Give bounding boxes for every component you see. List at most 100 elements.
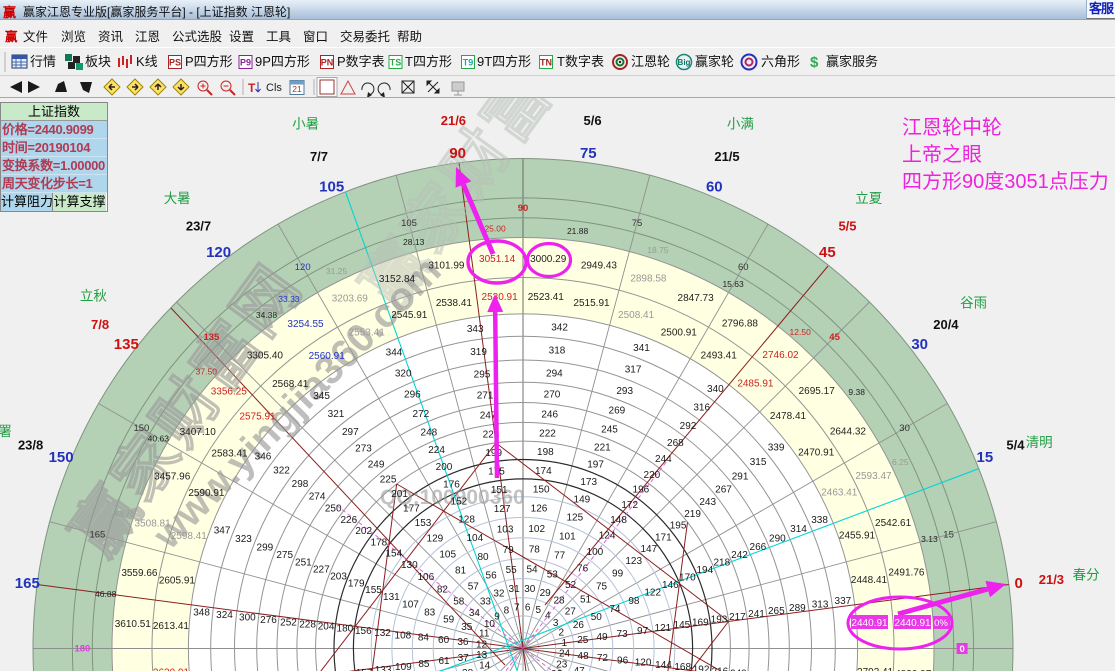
svg-text:2598.41: 2598.41 <box>171 531 208 542</box>
svg-text:47: 47 <box>574 666 586 671</box>
svg-text:2644.32: 2644.32 <box>830 427 867 438</box>
svg-text:立秋: 立秋 <box>80 289 107 304</box>
svg-text:338: 338 <box>811 515 828 526</box>
svg-text:252: 252 <box>280 617 297 628</box>
svg-text:9.38: 9.38 <box>848 387 865 397</box>
svg-text:33.33: 33.33 <box>278 294 300 304</box>
svg-text:2605.91: 2605.91 <box>159 576 196 587</box>
svg-text:29: 29 <box>540 588 552 599</box>
svg-text:34.38: 34.38 <box>256 310 278 320</box>
svg-text:178: 178 <box>371 537 388 548</box>
svg-text:40.63: 40.63 <box>148 433 170 443</box>
svg-text:5/5: 5/5 <box>838 219 856 234</box>
svg-text:98: 98 <box>628 596 640 607</box>
svg-text:TS: TS <box>390 58 402 68</box>
svg-text:2847.73: 2847.73 <box>678 293 715 304</box>
svg-text:25: 25 <box>577 635 589 646</box>
svg-text:270: 270 <box>544 390 561 401</box>
svg-text:3559.66: 3559.66 <box>121 568 158 579</box>
svg-text:30: 30 <box>911 336 928 353</box>
svg-text:128: 128 <box>458 514 475 525</box>
svg-text:293: 293 <box>616 386 633 397</box>
svg-text:小满: 小满 <box>727 117 754 132</box>
svg-text:28.13: 28.13 <box>403 237 425 247</box>
svg-text:153: 153 <box>415 518 432 529</box>
svg-text:219: 219 <box>684 509 701 520</box>
svg-text:18.75: 18.75 <box>647 245 669 255</box>
svg-text:152: 152 <box>451 497 468 508</box>
svg-text:345: 345 <box>313 391 330 402</box>
svg-text:49: 49 <box>596 632 608 643</box>
svg-text:131: 131 <box>383 592 400 603</box>
svg-text:121: 121 <box>655 623 672 634</box>
svg-text:249: 249 <box>368 459 385 470</box>
svg-text:202: 202 <box>355 526 372 537</box>
svg-text:大暑: 大暑 <box>164 191 191 206</box>
svg-text:127: 127 <box>494 504 511 515</box>
svg-text:296: 296 <box>404 390 421 401</box>
svg-text:0: 0 <box>1015 575 1023 592</box>
svg-text:324: 324 <box>216 610 233 621</box>
svg-text:TN: TN <box>540 58 552 68</box>
svg-text:33: 33 <box>480 597 492 608</box>
svg-text:T四方形: T四方形 <box>405 54 452 69</box>
svg-text:266: 266 <box>750 542 767 553</box>
svg-text:54: 54 <box>526 565 538 576</box>
svg-text:2448.41: 2448.41 <box>851 575 888 586</box>
svg-text:241: 241 <box>748 609 765 620</box>
svg-text:2796.88: 2796.88 <box>722 319 759 330</box>
svg-text:322: 322 <box>273 465 290 476</box>
svg-text:197: 197 <box>587 460 604 471</box>
svg-text:8: 8 <box>504 606 510 617</box>
svg-text:265: 265 <box>768 606 785 617</box>
svg-text:222: 222 <box>539 429 556 440</box>
svg-text:74: 74 <box>609 604 621 615</box>
svg-text:23: 23 <box>556 659 568 670</box>
svg-text:3051.14: 3051.14 <box>479 254 516 265</box>
svg-text:73: 73 <box>617 629 629 640</box>
svg-text:99: 99 <box>612 569 624 580</box>
svg-text:227: 227 <box>313 565 330 576</box>
svg-text:Big: Big <box>678 58 691 67</box>
svg-text:P9: P9 <box>240 58 251 68</box>
svg-text:4: 4 <box>545 610 551 621</box>
svg-text:269: 269 <box>609 406 626 417</box>
svg-text:133: 133 <box>375 665 392 671</box>
svg-text:江恩轮: 江恩轮 <box>631 54 670 69</box>
svg-text:13: 13 <box>476 650 488 661</box>
svg-text:199: 199 <box>485 448 502 459</box>
svg-text:上帝之眼: 上帝之眼 <box>902 143 982 166</box>
svg-text:2542.61: 2542.61 <box>875 518 912 529</box>
svg-text:2485.91: 2485.91 <box>737 379 774 390</box>
svg-text:107: 107 <box>402 600 419 611</box>
svg-text:2545.91: 2545.91 <box>391 310 428 321</box>
svg-text:6: 6 <box>525 603 531 614</box>
svg-text:2455.91: 2455.91 <box>839 530 876 541</box>
svg-text:274: 274 <box>309 492 326 503</box>
svg-text:2695.17: 2695.17 <box>799 386 836 397</box>
svg-text:76: 76 <box>577 563 589 574</box>
svg-text:292: 292 <box>680 421 697 432</box>
svg-text:313: 313 <box>812 600 829 611</box>
svg-text:2538.41: 2538.41 <box>436 298 473 309</box>
svg-text:217: 217 <box>729 612 746 623</box>
svg-text:48: 48 <box>578 651 590 662</box>
svg-text:148: 148 <box>610 515 627 526</box>
svg-text:PS: PS <box>169 58 181 68</box>
svg-text:23/7: 23/7 <box>186 219 211 234</box>
svg-text:342: 342 <box>551 323 568 334</box>
svg-text:341: 341 <box>633 343 650 354</box>
svg-text:84: 84 <box>418 633 430 644</box>
svg-text:294: 294 <box>546 368 563 379</box>
svg-text:90: 90 <box>518 203 529 214</box>
svg-text:3407.10: 3407.10 <box>180 427 217 438</box>
svg-text:120: 120 <box>635 658 652 669</box>
svg-text:3000.29: 3000.29 <box>530 254 567 265</box>
svg-text:45: 45 <box>829 332 840 343</box>
svg-text:46.88: 46.88 <box>95 589 117 599</box>
svg-text:37: 37 <box>458 653 470 664</box>
svg-text:203: 203 <box>330 571 347 582</box>
svg-text:272: 272 <box>413 409 430 420</box>
svg-text:300: 300 <box>239 613 256 624</box>
svg-text:2523.41: 2523.41 <box>528 292 565 303</box>
